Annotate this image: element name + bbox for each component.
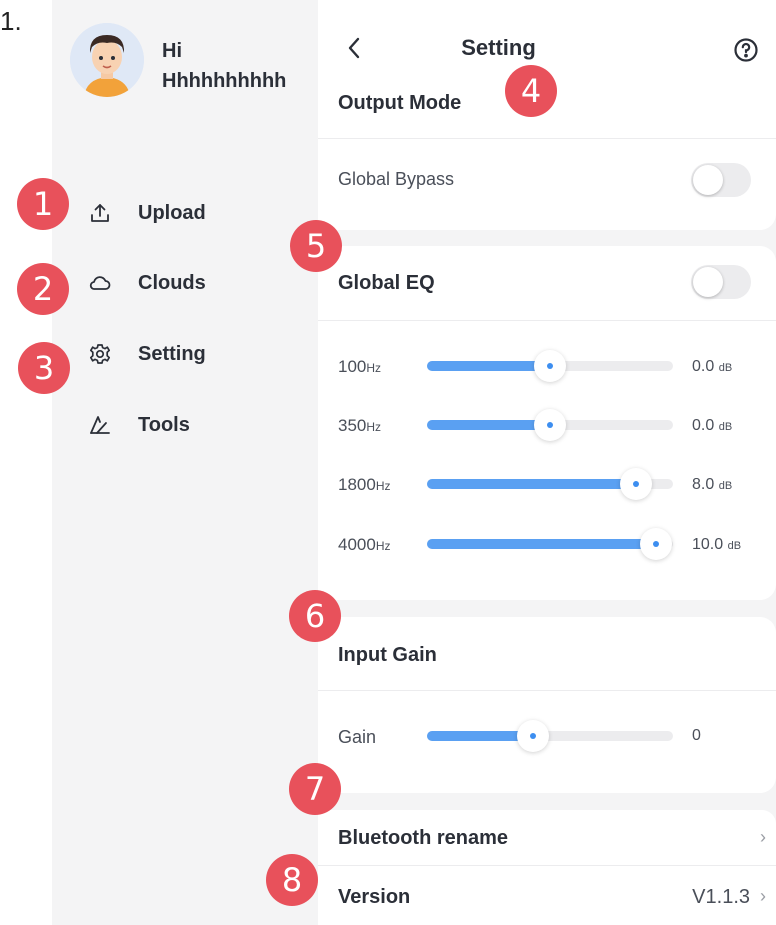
eq-band-value: 8.0 dB	[692, 476, 733, 493]
global-bypass-label: Global Bypass	[338, 169, 455, 189]
global-bypass-toggle[interactable]	[691, 163, 751, 197]
eq-band-slider[interactable]	[427, 468, 673, 500]
annotation-badge: 3	[18, 342, 70, 394]
annotation-badge: 2	[17, 263, 69, 315]
sidebar-item-label: Clouds	[138, 271, 206, 294]
sidebar	[52, 0, 318, 925]
chevron-right-icon: ›	[760, 886, 766, 906]
version-row[interactable]: Version V1.1.3 ›	[318, 866, 776, 925]
sidebar-item-label: Setting	[138, 342, 206, 365]
global-eq-title: Global EQ	[338, 272, 435, 294]
slider-thumb[interactable]	[517, 720, 549, 752]
gear-icon	[88, 342, 112, 366]
eq-band-freq: 1800Hz	[338, 475, 391, 494]
gain-value: 0	[692, 727, 701, 744]
gain-slider[interactable]	[427, 720, 673, 752]
page-title-wrap: Setting	[0, 35, 776, 61]
annotation-badge: 1	[17, 178, 69, 230]
slider-thumb[interactable]	[534, 409, 566, 441]
help-button[interactable]	[733, 37, 759, 63]
slider-thumb[interactable]	[534, 350, 566, 382]
user-name: Hhhhhhhhhh	[162, 70, 287, 92]
global-eq-toggle[interactable]	[691, 265, 751, 299]
eq-band-value: 0.0 dB	[692, 358, 733, 375]
slider-thumb[interactable]	[640, 528, 672, 560]
output-mode-title: Output Mode	[338, 92, 462, 114]
annotation-badge: 4	[505, 65, 557, 117]
question-circle-icon	[734, 38, 758, 62]
divider	[318, 138, 776, 139]
upload-icon	[88, 201, 112, 225]
chevron-right-icon: ›	[760, 827, 766, 847]
version-value: V1.1.3	[692, 886, 750, 908]
bluetooth-rename-row[interactable]: Bluetooth rename ›	[318, 810, 776, 865]
toggle-knob	[693, 165, 723, 195]
bluetooth-rename-label: Bluetooth rename	[338, 827, 509, 849]
annotation-badge: 7	[289, 763, 341, 815]
tools-icon	[88, 413, 112, 437]
eq-band-value: 0.0 dB	[692, 417, 733, 434]
sidebar-item-label: Tools	[138, 413, 190, 436]
input-gain-title: Input Gain	[338, 644, 437, 666]
eq-band-slider[interactable]	[427, 528, 673, 560]
eq-band-freq: 100Hz	[338, 357, 382, 376]
eq-band-freq: 4000Hz	[338, 535, 391, 554]
sidebar-item-tools[interactable]: Tools	[88, 405, 190, 445]
eq-band-value: 10.0 dB	[692, 536, 742, 553]
version-label: Version	[338, 886, 411, 908]
sidebar-item-label: Upload	[138, 201, 206, 224]
annotation-badge: 6	[289, 590, 341, 642]
sidebar-item-clouds[interactable]: Clouds	[88, 263, 206, 303]
divider	[318, 690, 776, 691]
annotation-badge: 5	[290, 220, 342, 272]
global-eq-card: Global EQ 100Hz 0.0 dB 350Hz 0.0 dB 1800…	[318, 246, 776, 600]
gain-label: Gain	[338, 727, 377, 747]
divider	[318, 320, 776, 321]
annotation-badge: 8	[266, 854, 318, 906]
eq-band-freq: 350Hz	[338, 416, 382, 435]
slider-thumb[interactable]	[620, 468, 652, 500]
sidebar-item-upload[interactable]: Upload	[88, 193, 206, 233]
eq-band-slider[interactable]	[427, 350, 673, 382]
toggle-knob	[693, 267, 723, 297]
input-gain-card: Input Gain Gain 0	[318, 617, 776, 793]
sidebar-item-setting[interactable]: Setting	[88, 334, 206, 374]
eq-band-slider[interactable]	[427, 409, 673, 441]
page-title: Setting	[461, 35, 536, 60]
cloud-icon	[88, 271, 112, 295]
corner-label: 1.	[0, 6, 22, 36]
